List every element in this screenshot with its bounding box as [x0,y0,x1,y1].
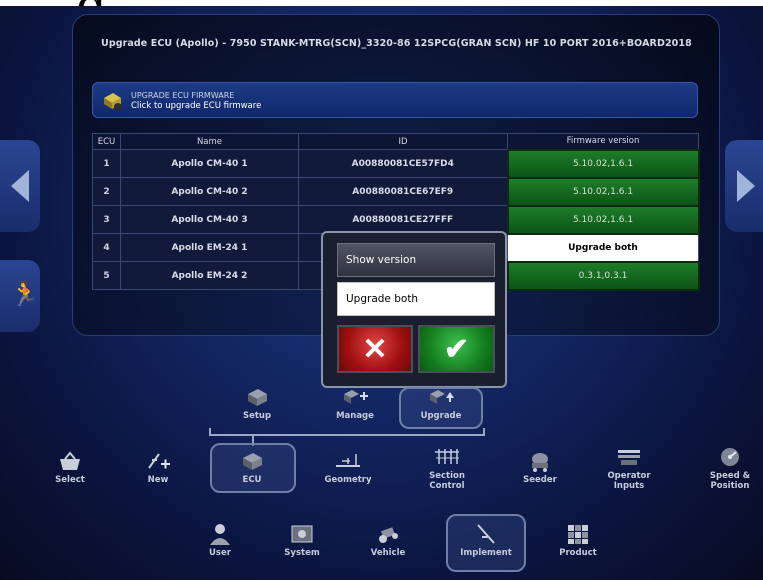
setup-icon [248,389,267,406]
cell-firmware[interactable]: 0.3.1,0.3.1 [506,260,700,291]
previous-page-button[interactable] [0,140,40,232]
nav-product[interactable]: Product [548,523,608,558]
cell-firmware[interactable]: 5.10.02,1.6.1 [506,204,700,235]
arrow-left-icon [11,170,29,202]
nav-user[interactable]: User [192,523,248,558]
cell-name: Apollo EM-24 2 [120,261,299,290]
cell-name: Apollo CM-40 3 [120,205,299,234]
cell-name: Apollo CM-40 1 [120,149,299,178]
close-icon: ✕ [362,332,388,366]
cell-ecu: 5 [92,261,121,290]
seeder-label: Seeder [523,475,557,485]
nav-operator-inputs[interactable]: Operator Inputs [592,446,666,491]
cell-ecu: 1 [92,149,121,178]
section-control-icon [435,449,459,464]
col-header-name: Name [120,133,299,150]
col-header-id: ID [298,133,508,150]
ecu-icon [243,453,262,470]
version-popup: Show version Upgrade both ✕ ✔ [321,231,507,388]
operator-inputs-label: Operator Inputs [607,471,651,491]
run-mode-button[interactable]: 🏃 [0,260,40,332]
operator-inputs-icon [618,450,640,465]
geometry-label: Geometry [324,475,372,485]
ecu-label: ECU [242,475,262,485]
banner-heading: UPGRADE ECU FIRMWARE [131,91,235,100]
nav-seeder[interactable]: Seeder [508,450,572,485]
cell-ecu: 2 [92,177,121,206]
nav-new[interactable]: New [128,450,188,485]
speed-position-label: Speed & Position [709,471,751,491]
nav-speed-position[interactable]: Speed & Position [697,446,763,491]
nav-ecu[interactable]: ECU [222,450,282,485]
ecu-chip-icon [104,93,122,111]
manage-label: Manage [336,411,374,421]
nav-implement[interactable]: Implement [452,523,520,558]
arrow-right-icon [737,170,755,202]
implement-icon [477,524,495,544]
sub-nav-manage[interactable]: Manage [320,386,390,421]
new-implement-icon [148,453,170,469]
nav-vehicle[interactable]: Vehicle [358,523,418,558]
upgrade-label: Upgrade [420,411,462,421]
cell-firmware[interactable]: 5.10.02,1.6.1 [506,176,700,207]
col-header-ecu: ECU [92,133,121,150]
nav-geometry[interactable]: Geometry [313,450,383,485]
running-person-icon: 🏃 [10,280,40,308]
cell-id: A00880081CE67EF9 [298,177,508,206]
cell-name: Apollo EM-24 1 [120,233,299,262]
manage-icon [344,390,368,404]
select-label: Select [55,475,85,485]
show-version-option[interactable]: Show version [337,243,495,277]
speed-position-icon [721,448,739,466]
product-icon [568,525,588,544]
setup-label: Setup [242,411,272,421]
confirm-button[interactable]: ✔ [418,325,495,373]
sub-nav-upgrade[interactable]: Upgrade [406,386,476,421]
cell-ecu: 4 [92,233,121,262]
vehicle-label: Vehicle [370,548,406,558]
checkmark-icon: ✔ [443,332,470,366]
system-icon [291,525,313,543]
nav-section-control[interactable]: Section Control [410,446,484,491]
table-header-row: ECU Name ID Firmware version [92,133,699,150]
table-row[interactable]: 1 Apollo CM-40 1 A00880081CE57FD4 5.10.0… [92,148,700,179]
cell-name: Apollo CM-40 2 [120,177,299,206]
new-label: New [147,475,169,485]
banner-subtext: Click to upgrade ECU firmware [131,101,262,111]
nav-select[interactable]: Select [40,450,100,485]
user-icon [210,524,230,545]
nav-system[interactable]: System [272,523,332,558]
sub-nav-setup[interactable]: Setup [222,386,292,421]
cell-firmware[interactable]: Upgrade both [507,233,699,262]
cancel-button[interactable]: ✕ [337,325,413,373]
cell-ecu: 3 [92,205,121,234]
cell-firmware[interactable]: 5.10.02,1.6.1 [506,148,700,179]
implement-label: Implement [460,548,512,558]
table-row[interactable]: 2 Apollo CM-40 2 A00880081CE67EF9 5.10.0… [92,176,700,207]
seeder-icon [532,453,548,472]
cell-id: A00880081CE27FFF [298,205,508,234]
geometry-icon [336,454,360,467]
cell-id: A00880081CE57FD4 [298,149,508,178]
col-header-firmware: Firmware version [507,133,699,150]
vehicle-icon [379,527,398,543]
product-label: Product [559,548,597,558]
user-label: User [209,548,231,558]
table-row[interactable]: 3 Apollo CM-40 3 A00880081CE27FFF 5.10.0… [92,204,700,235]
upgrade-firmware-banner[interactable]: UPGRADE ECU FIRMWARE Click to upgrade EC… [92,82,698,118]
next-page-button[interactable] [725,140,763,232]
system-label: System [284,548,320,558]
upgrade-both-option[interactable]: Upgrade both [337,282,495,316]
sub-nav-bracket [209,428,485,436]
section-control-label: Section Control [429,471,465,491]
upgrade-icon [430,390,454,404]
select-basket-icon [60,451,80,470]
upgrade-title: Upgrade ECU (Apollo) - 7950 STANK-MTRG(S… [101,38,692,49]
